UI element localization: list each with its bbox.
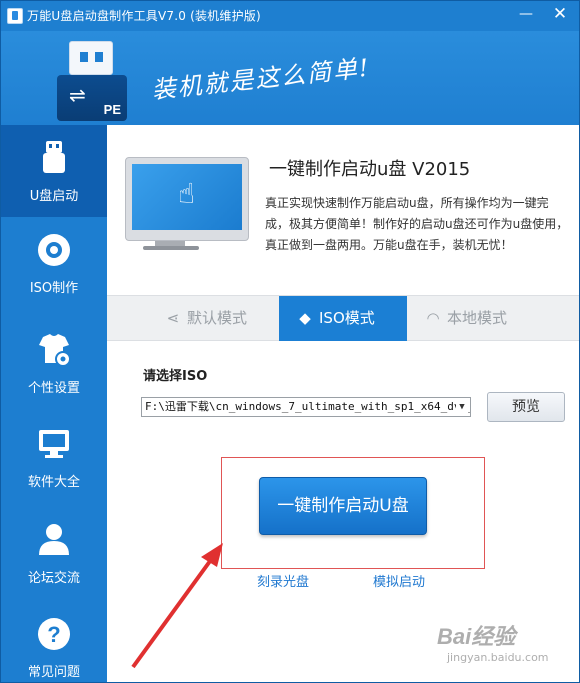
sidebar-item-label: 常见问题	[27, 665, 80, 680]
app-logo: ⇌ PE	[55, 41, 135, 121]
product-title: 一键制作启动u盘 V2015	[269, 159, 471, 180]
shirt-gear-icon	[39, 334, 71, 367]
tab-label: 默认模式	[187, 309, 248, 327]
usb-drive-icon	[43, 141, 65, 173]
iso-select-label: 请选择ISO	[143, 369, 208, 384]
logo-text: PE	[103, 102, 121, 117]
sidebar: U盘启动 ISO制作 个性设置 软件大全 论坛交流 ? 常见问题	[1, 125, 107, 682]
monitor-illustration: ☝	[125, 157, 249, 241]
slogan: 装机就是这么简单!	[150, 53, 372, 105]
disc-icon	[38, 234, 70, 266]
close-button[interactable]: ✕	[543, 1, 577, 27]
sidebar-item-label: 论坛交流	[27, 571, 80, 586]
minimize-button[interactable]: —	[509, 1, 543, 27]
simulate-boot-link[interactable]: 模拟启动	[373, 571, 425, 590]
share-icon: ⋖	[166, 309, 180, 327]
tab-label: ISO模式	[319, 309, 375, 327]
sidebar-item-label: 个性设置	[27, 381, 80, 396]
question-icon: ?	[38, 618, 70, 650]
usb-symbol-icon: ⇌	[69, 83, 86, 107]
sidebar-item-iso-make[interactable]: ISO制作	[1, 217, 107, 309]
tag-icon: ◆	[299, 309, 311, 327]
make-boot-usb-button[interactable]: 一键制作启动U盘	[259, 477, 427, 535]
tab-local-mode[interactable]: ◠ 本地模式	[425, 296, 555, 341]
usb-body: ⇌ PE	[57, 75, 127, 121]
window-title: 万能U盘启动盘制作工具V7.0 (装机维护版)	[27, 9, 261, 23]
iso-path-value: F:\迅雷下载\cn_windows_7_ultimate_with_sp1_x…	[145, 400, 470, 413]
preview-button[interactable]: 预览	[487, 392, 565, 422]
monitor-icon	[39, 430, 69, 458]
pointer-hand-icon: ☝	[178, 177, 196, 210]
chevron-down-icon[interactable]: ▼	[456, 398, 468, 416]
watermark-sub: jingyan.baidu.com	[447, 651, 549, 664]
sidebar-item-label: U盘启动	[29, 189, 79, 204]
burn-disc-link[interactable]: 刻录光盘	[257, 571, 309, 590]
rss-icon: ◠	[426, 309, 440, 327]
sidebar-item-personal[interactable]: 个性设置	[1, 317, 107, 409]
user-icon	[39, 524, 69, 555]
sidebar-item-label: ISO制作	[29, 281, 79, 296]
sidebar-item-forum[interactable]: 论坛交流	[1, 507, 107, 599]
app-window: 万能U盘启动盘制作工具V7.0 (装机维护版) — ✕ ⇌ PE 装机就是这么简…	[0, 0, 580, 683]
header-banner: ⇌ PE 装机就是这么简单!	[1, 31, 579, 125]
main-panel: ☝ 一键制作启动u盘 V2015 真正实现快速制作万能启动u盘，所有操作均为一键…	[107, 125, 579, 682]
svg-text:?: ?	[47, 622, 60, 647]
watermark-main: Bai经验	[437, 624, 516, 649]
product-description: 真正实现快速制作万能启动u盘，所有操作均为一键完成，极其方便简单！制作好的启动u…	[265, 196, 569, 252]
title-bar[interactable]: 万能U盘启动盘制作工具V7.0 (装机维护版) — ✕	[1, 1, 579, 31]
iso-path-select[interactable]: F:\迅雷下载\cn_windows_7_ultimate_with_sp1_x…	[141, 397, 471, 417]
usb-plug-icon	[69, 41, 113, 75]
sidebar-item-software[interactable]: 软件大全	[1, 411, 107, 503]
app-icon	[7, 8, 23, 24]
sidebar-item-label: 软件大全	[27, 475, 80, 490]
tab-label: 本地模式	[447, 309, 508, 327]
tab-iso-mode[interactable]: ◆ ISO模式	[279, 296, 407, 341]
sidebar-item-faq[interactable]: ? 常见问题	[1, 601, 107, 682]
watermark: Bai经验 jingyan.baidu.com	[437, 613, 577, 673]
tab-default-mode[interactable]: ⋖ 默认模式	[165, 296, 285, 341]
mode-tabs: ⋖ 默认模式 ◆ ISO模式 ◠ 本地模式	[107, 295, 579, 341]
sidebar-item-usb-boot[interactable]: U盘启动	[1, 125, 107, 217]
